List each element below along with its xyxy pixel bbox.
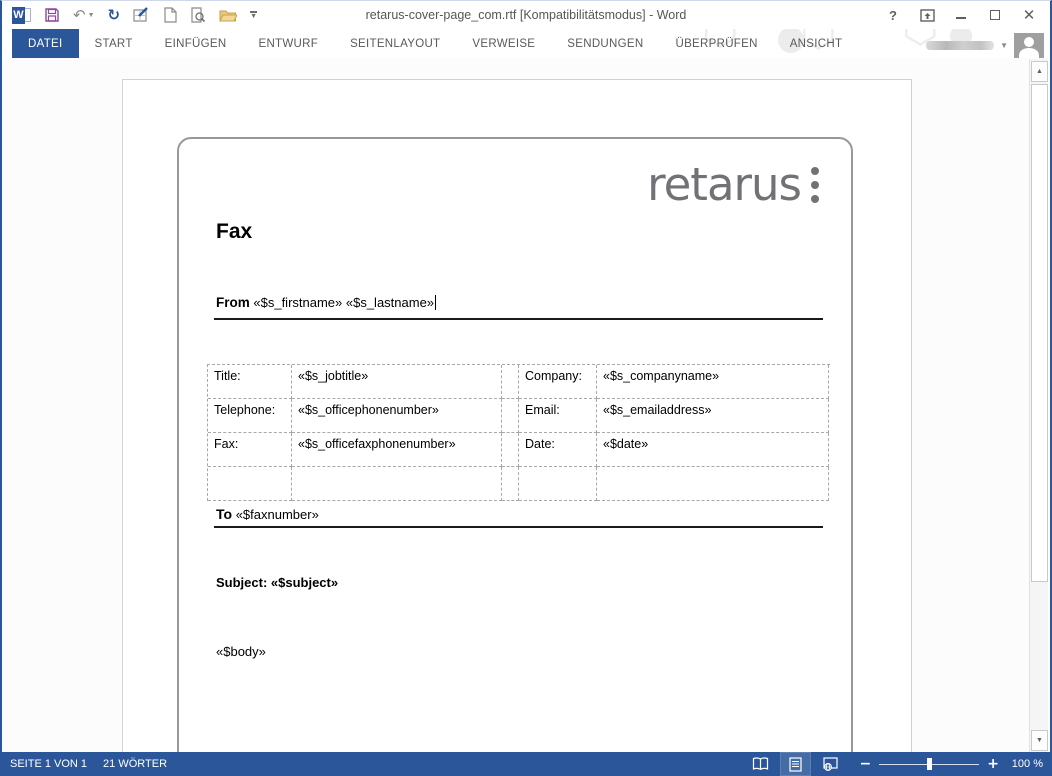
tab-seitenlayout[interactable]: SEITENLAYOUT [334, 29, 456, 58]
zoom-in-button[interactable]: + [987, 756, 999, 772]
table-cell: «$s_officephonenumber» [292, 399, 502, 433]
help-button[interactable]: ? [884, 6, 902, 24]
tab-sendungen[interactable]: SENDUNGEN [551, 29, 659, 58]
table-cell: Title: [208, 365, 292, 399]
redo-icon[interactable]: ↻ [108, 5, 121, 25]
table-spacer-cell [502, 467, 519, 501]
minimize-button[interactable] [952, 6, 970, 24]
table-cell: Date: [519, 433, 597, 467]
window-title: retarus-cover-page_com.rtf [Kompatibilit… [366, 8, 687, 22]
table-cell [292, 467, 502, 501]
new-document-icon[interactable] [163, 5, 177, 25]
user-avatar-icon[interactable] [1014, 33, 1044, 58]
table-cell: Fax: [208, 433, 292, 467]
table-cell: «$date» [597, 433, 829, 467]
table-cell [208, 467, 292, 501]
tab-datei[interactable]: DATEI [12, 29, 79, 58]
to-line: To «$faxnumber» [216, 506, 319, 522]
print-preview-icon[interactable] [190, 5, 206, 25]
fax-info-table: Title: «$s_jobtitle» Company: «$s_compan… [207, 364, 830, 501]
status-bar: SEITE 1 VON 1 21 WÖRTER − + 100 % [2, 752, 1050, 776]
ribbon-display-options-button[interactable] [918, 6, 936, 24]
table-cell: Email: [519, 399, 597, 433]
tab-ueberpruefen[interactable]: ÜBERPRÜFEN [659, 29, 773, 58]
from-value: «$s_firstname» «$s_lastname» [253, 295, 434, 310]
zoom-out-button[interactable]: − [860, 756, 872, 772]
from-underline [214, 318, 823, 320]
titlebar: W ↶▼ ↻ ▼ [2, 1, 1050, 29]
body-placeholder: «$body» [216, 644, 266, 659]
tab-einfuegen[interactable]: EINFÜGEN [149, 29, 243, 58]
table-cell [597, 467, 829, 501]
fax-heading: Fax [216, 220, 252, 244]
from-label: From [216, 295, 250, 310]
table-cell: Telephone: [208, 399, 292, 433]
scrollbar-thumb[interactable] [1031, 84, 1048, 582]
document-page[interactable]: retarus Fax From «$s_firstname» «$s_last… [122, 79, 912, 753]
quick-access-toolbar: W ↶▼ ↻ ▼ [12, 4, 257, 26]
close-button[interactable]: ✕ [1020, 6, 1038, 24]
maximize-button[interactable] [986, 6, 1004, 24]
table-spacer-cell [502, 433, 519, 467]
table-cell: «$s_officefaxphonenumber» [292, 433, 502, 467]
undo-icon[interactable]: ↶▼ [73, 5, 95, 25]
print-layout-icon[interactable] [780, 752, 811, 776]
word-count[interactable]: 21 WÖRTER [103, 758, 167, 770]
to-underline [214, 526, 823, 528]
tab-verweise[interactable]: VERWEISE [456, 29, 551, 58]
text-cursor [435, 295, 436, 310]
retarus-logo-dots-icon [811, 167, 819, 203]
word-logo-icon[interactable]: W [12, 5, 31, 25]
to-label: To [216, 506, 232, 522]
tab-start[interactable]: START [79, 29, 149, 58]
page-indicator[interactable]: SEITE 1 VON 1 [10, 758, 87, 770]
zoom-slider-thumb[interactable] [927, 758, 932, 770]
read-mode-icon[interactable] [745, 752, 776, 776]
save-icon[interactable] [44, 5, 60, 25]
table-cell [519, 467, 597, 501]
web-layout-icon[interactable] [815, 752, 846, 776]
table-cell: «$s_jobtitle» [292, 365, 502, 399]
zoom-control: − + 100 % [860, 756, 1043, 772]
table-spacer-cell [502, 365, 519, 399]
tab-ansicht[interactable]: ANSICHT [774, 29, 859, 58]
zoom-level[interactable]: 100 % [1007, 758, 1043, 770]
tab-entwurf[interactable]: ENTWURF [242, 29, 334, 58]
customize-qat-icon[interactable]: ▼ [250, 5, 257, 25]
table-cell: «$s_companyname» [597, 365, 829, 399]
retarus-logo: retarus [647, 162, 819, 207]
subject-line: Subject: «$subject» [216, 575, 338, 590]
ribbon-tabs: DATEI START EINFÜGEN ENTWURF SEITENLAYOU… [2, 29, 1050, 58]
document-canvas: retarus Fax From «$s_firstname» «$s_last… [2, 58, 1050, 753]
open-folder-icon[interactable] [219, 5, 237, 25]
account-dropdown-icon[interactable]: ▼ [1000, 41, 1008, 50]
table-spacer-cell [502, 399, 519, 433]
retarus-logo-text: retarus [647, 162, 801, 207]
table-cell: Company: [519, 365, 597, 399]
user-name-redacted [926, 41, 994, 50]
vertical-scrollbar[interactable]: ▲ ▼ [1029, 59, 1048, 753]
to-value: «$faxnumber» [236, 507, 319, 522]
scroll-up-icon[interactable]: ▲ [1031, 61, 1048, 82]
scroll-down-icon[interactable]: ▼ [1031, 730, 1048, 751]
zoom-slider[interactable] [879, 757, 979, 771]
account-area[interactable]: ▼ [926, 33, 1044, 58]
word-window: ⬡ ⬡ ⬡ ⬡ ⬡ ⬡ W ↶▼ ↻ [0, 0, 1052, 776]
table-cell: «$s_emailaddress» [597, 399, 829, 433]
from-line: From «$s_firstname» «$s_lastname» [216, 295, 436, 310]
draft-edit-icon[interactable] [133, 5, 150, 25]
